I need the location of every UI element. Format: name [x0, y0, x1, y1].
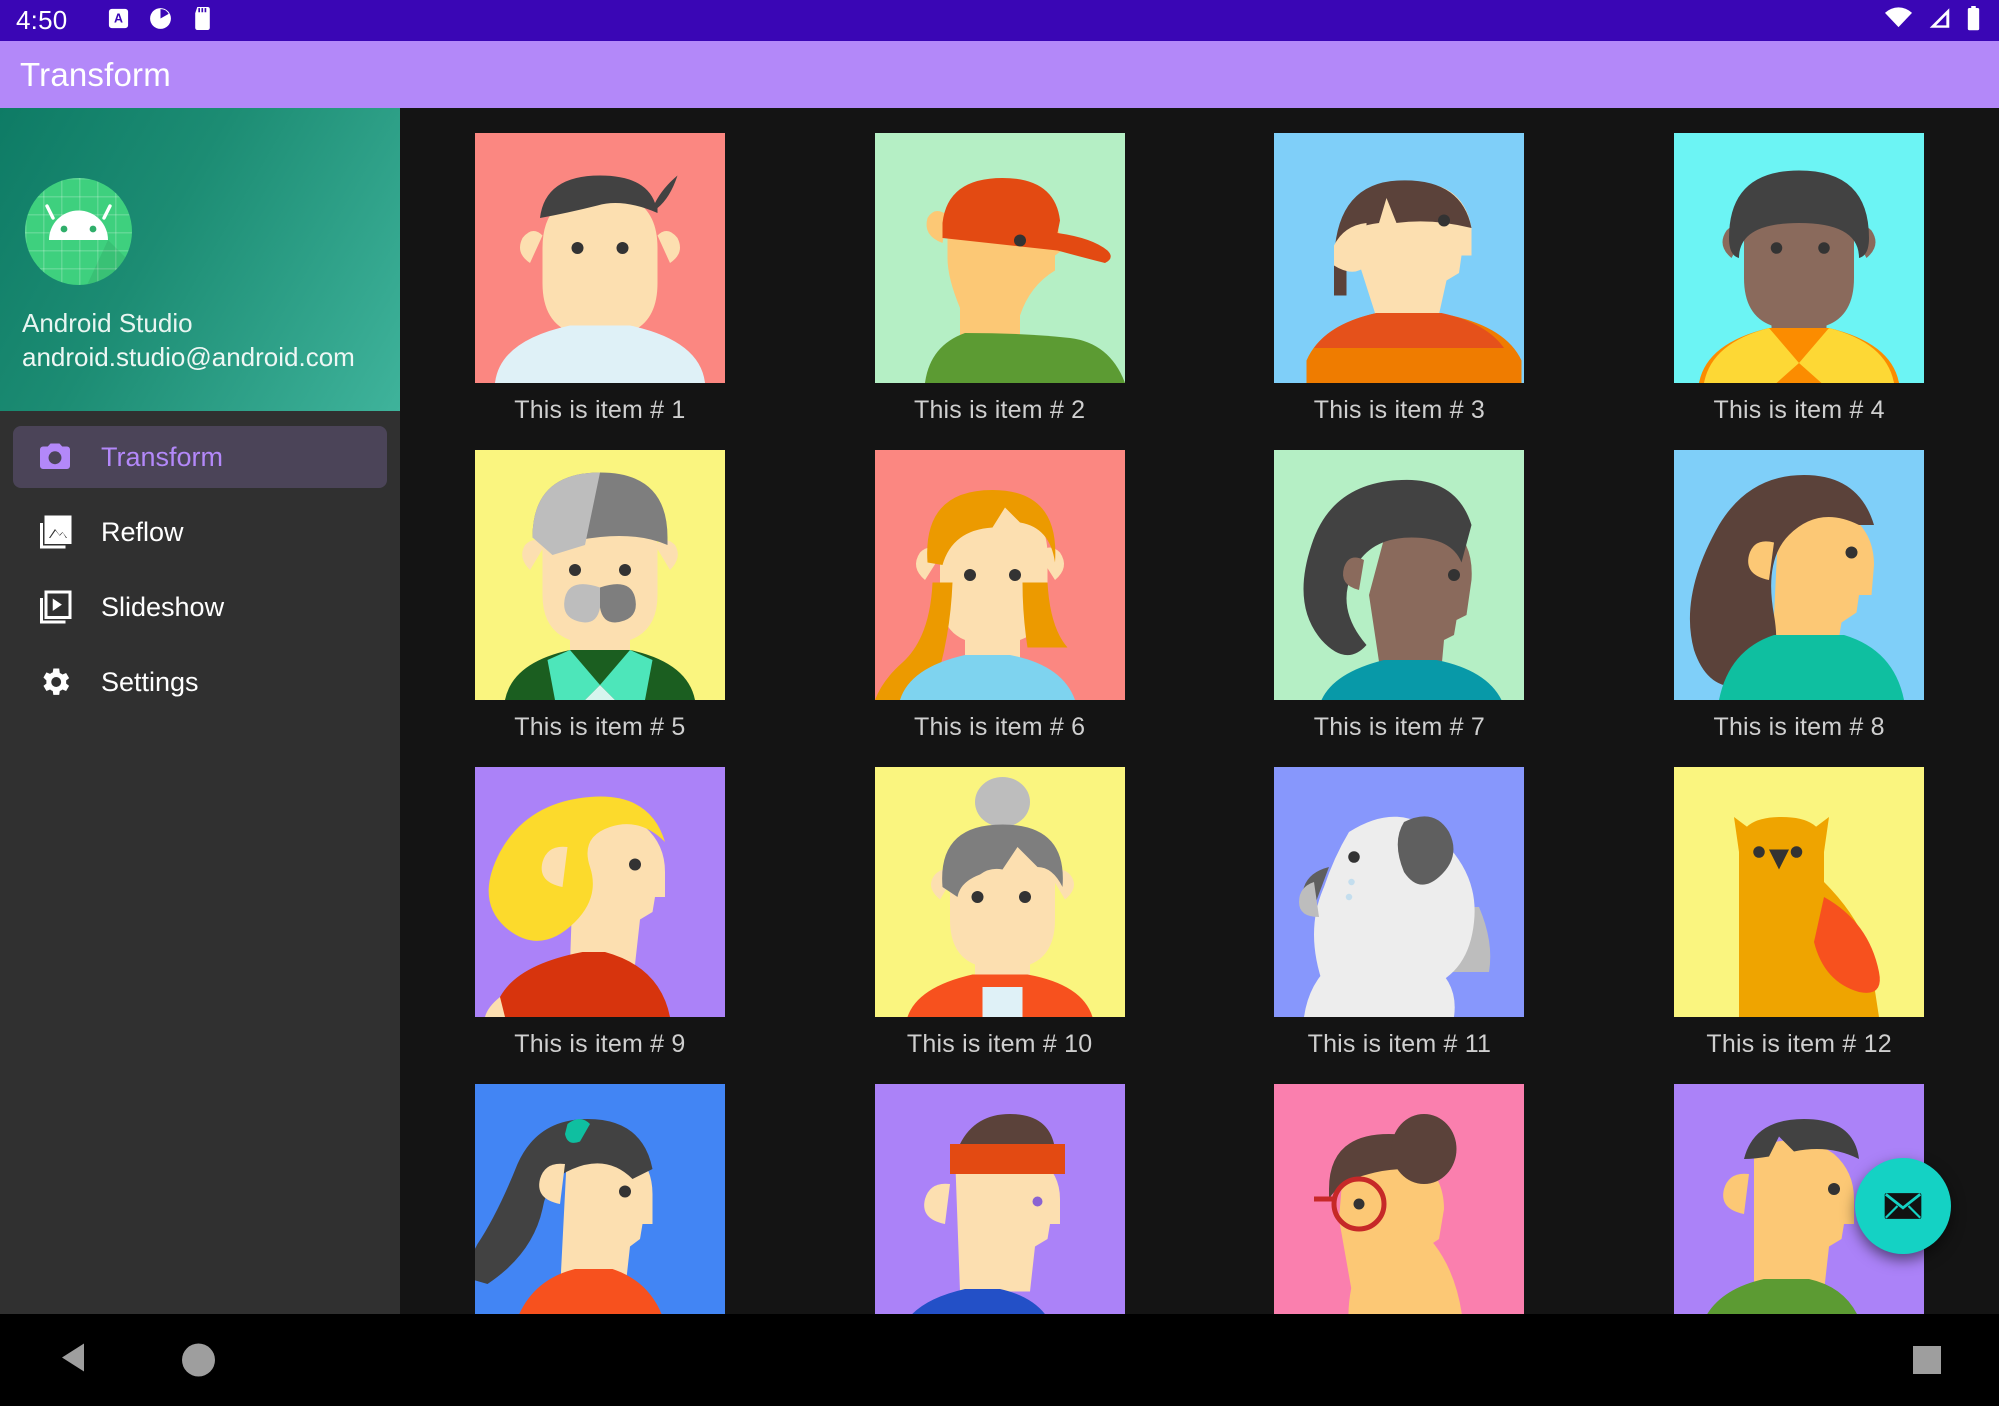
sidebar-item-settings[interactable]: Settings — [13, 651, 387, 713]
account-email: android.studio@android.com — [22, 342, 355, 372]
grid-item-label: This is item # 11 — [1307, 1030, 1492, 1058]
grid-item-label: This is item # 3 — [1313, 396, 1486, 424]
slideshow-icon — [35, 587, 75, 627]
avatar — [25, 178, 132, 285]
grid-item-label: This is item # 1 — [514, 396, 686, 424]
a-notification-icon: A — [107, 7, 130, 35]
sidebar-item-reflow[interactable]: Reflow — [13, 501, 387, 563]
grid-item[interactable]: This is item # 4 — [1599, 108, 1999, 425]
recents-square-icon[interactable] — [1913, 1346, 1941, 1374]
avatar-thumbnail — [874, 1084, 1125, 1314]
grid-item[interactable]: This is item # 10 — [800, 742, 1200, 1059]
account-name: Android Studio — [22, 308, 193, 338]
avatar-thumbnail — [1674, 450, 1925, 700]
grid-item[interactable]: This is item # 15 — [1200, 1059, 1600, 1314]
status-bar-left: 4:50 A — [16, 5, 214, 36]
sidebar-item-label: Slideshow — [101, 591, 225, 622]
cellular-signal-icon — [1927, 7, 1952, 34]
grid-item[interactable]: This is item # 8 — [1599, 425, 1999, 742]
wifi-icon — [1884, 7, 1913, 34]
avatar-grid: This is item # 1 This is item # 2 This i… — [400, 108, 1999, 1314]
system-navigation-bar — [0, 1314, 1999, 1406]
grid-item[interactable]: This is item # 5 — [400, 425, 800, 742]
home-circle-icon[interactable] — [182, 1343, 215, 1377]
svg-text:A: A — [114, 11, 123, 25]
grid-item-label: This is item # 4 — [1713, 396, 1885, 424]
grid-item-label: This is item # 5 — [514, 713, 686, 741]
sidebar-item-transform[interactable]: Transform — [13, 426, 387, 488]
grid-item[interactable]: This is item # 1 — [400, 108, 800, 425]
grid-item-label: This is item # 9 — [514, 1030, 686, 1058]
status-bar-clock: 4:50 — [16, 5, 68, 35]
avatar-thumbnail — [874, 767, 1125, 1017]
compose-email-fab[interactable] — [1855, 1158, 1951, 1254]
email-icon — [1884, 1193, 1922, 1219]
grid-item-label: This is item # 12 — [1706, 1030, 1892, 1058]
sidebar-item-label: Reflow — [101, 516, 184, 547]
avatar-thumbnail — [1274, 767, 1525, 1017]
grid-item-label: This is item # 7 — [1313, 713, 1486, 741]
grid-item[interactable]: This is item # 3 — [1200, 108, 1600, 425]
grid-item[interactable]: This is item # 9 — [400, 742, 800, 1059]
avatar-thumbnail — [1274, 450, 1525, 700]
content-area[interactable]: This is item # 1 This is item # 2 This i… — [400, 108, 1999, 1314]
battery-icon — [1966, 5, 1981, 36]
avatar-thumbnail — [1274, 1084, 1525, 1314]
android-app-window: 4:50 A Transform Android Studio android.… — [0, 0, 1999, 1406]
navigation-drawer: Android Studio android.studio@android.co… — [0, 108, 400, 1314]
android-robot-icon — [45, 204, 132, 285]
grid-item-label: This is item # 2 — [913, 396, 1086, 424]
photo-album-icon — [35, 512, 75, 552]
gear-icon — [35, 662, 75, 702]
avatar-thumbnail — [1274, 133, 1525, 383]
avatar-thumbnail — [474, 767, 725, 1017]
sd-card-icon — [191, 6, 214, 36]
avatar-thumbnail — [474, 133, 725, 383]
grid-item[interactable]: This is item # 14 — [800, 1059, 1200, 1314]
page-title: Transform — [20, 55, 171, 93]
status-bar-right — [1884, 0, 1981, 41]
grid-item[interactable]: This is item # 2 — [800, 108, 1200, 425]
grid-item[interactable]: This is item # 13 — [400, 1059, 800, 1314]
pie-chart-icon — [148, 6, 173, 36]
avatar-thumbnail — [874, 133, 1125, 383]
grid-item[interactable]: This is item # 11 — [1200, 742, 1600, 1059]
grid-item[interactable]: This is item # 12 — [1599, 742, 1999, 1059]
grid-item-label: This is item # 8 — [1713, 713, 1885, 741]
drawer-menu: Transform Reflow Slideshow Settings — [0, 411, 400, 726]
sidebar-item-slideshow[interactable]: Slideshow — [13, 576, 387, 638]
grid-item-label: This is item # 10 — [906, 1030, 1093, 1058]
avatar-thumbnail — [474, 1084, 725, 1314]
status-bar: 4:50 A — [0, 0, 1999, 41]
avatar-thumbnail — [1674, 133, 1925, 383]
avatar-thumbnail — [874, 450, 1125, 700]
grid-item[interactable]: This is item # 7 — [1200, 425, 1600, 742]
grid-item-label: This is item # 6 — [913, 713, 1086, 741]
grid-item[interactable]: This is item # 6 — [800, 425, 1200, 742]
camera-icon — [35, 437, 75, 477]
avatar-thumbnail — [474, 450, 725, 700]
sidebar-item-label: Transform — [101, 441, 224, 472]
app-bar: Transform — [0, 41, 1999, 108]
avatar-thumbnail — [1674, 767, 1925, 1017]
sidebar-item-label: Settings — [101, 666, 199, 697]
drawer-header: Android Studio android.studio@android.co… — [0, 108, 400, 411]
back-triangle-icon[interactable] — [58, 1342, 88, 1379]
